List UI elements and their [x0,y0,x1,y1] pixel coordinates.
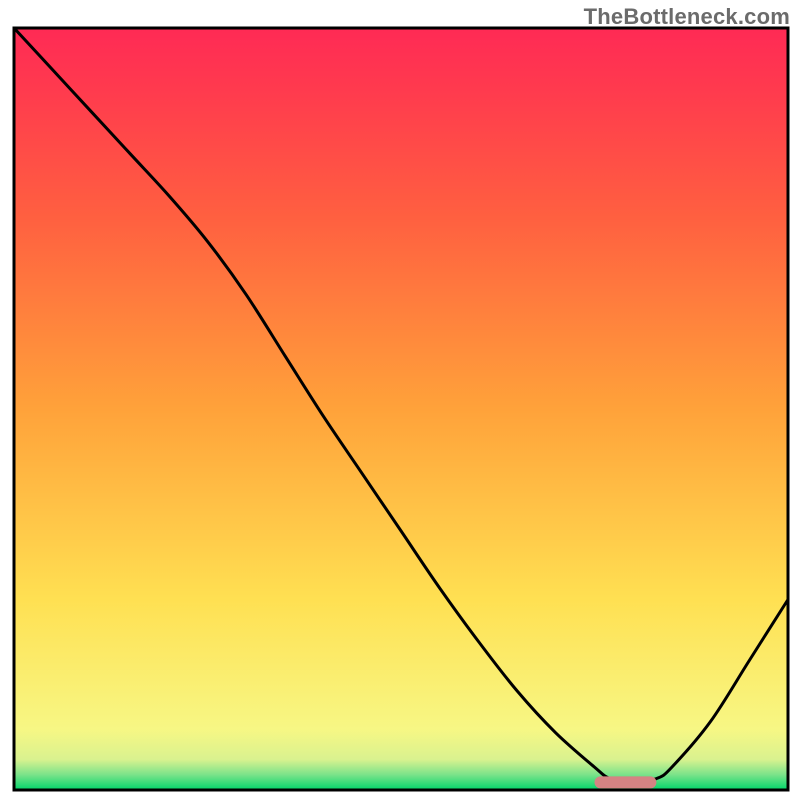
bottleneck-chart [0,0,800,800]
minimum-marker-bar [595,776,657,788]
plot-background [14,28,788,790]
chart-container: TheBottleneck.com [0,0,800,800]
watermark-label: TheBottleneck.com [584,4,790,30]
